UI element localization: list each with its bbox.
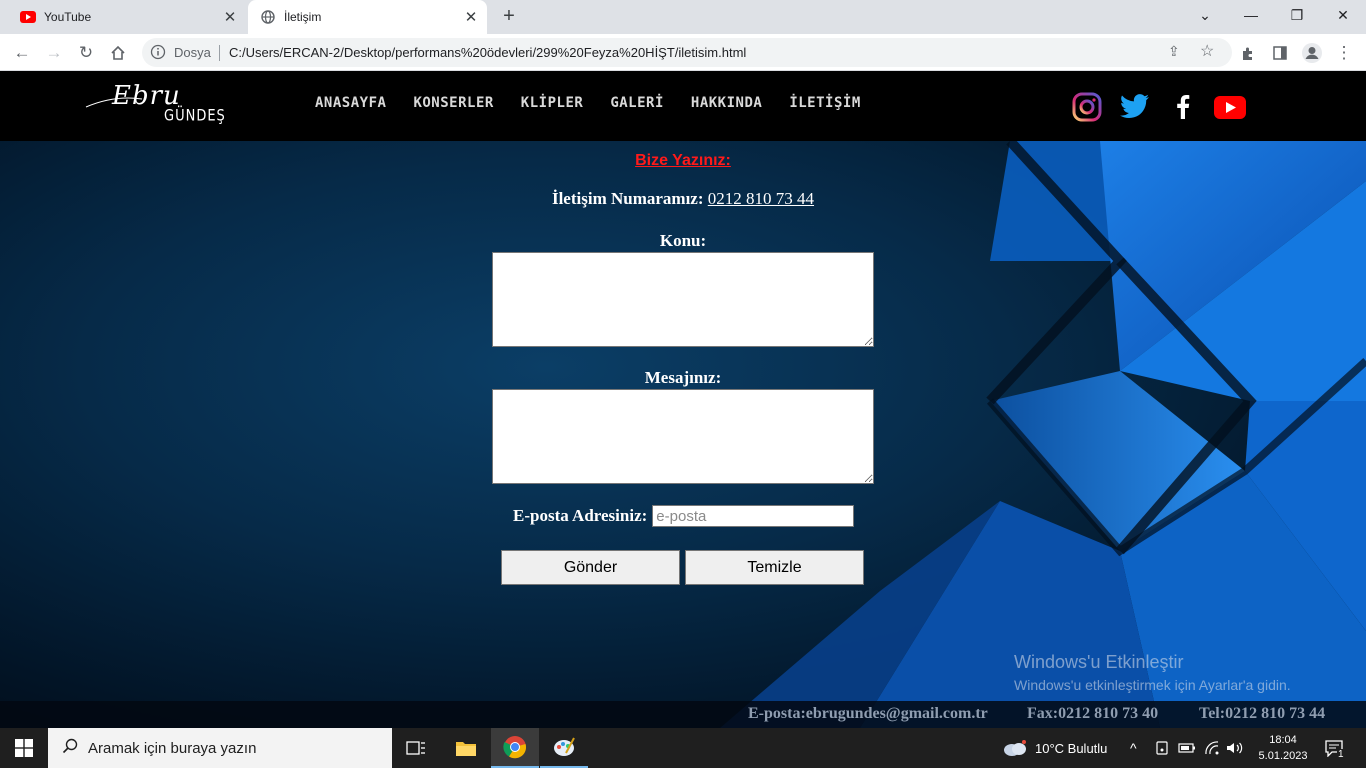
weather-widget[interactable]: 10°C Bulutlu [1002,728,1107,768]
nav-galeri[interactable]: GALERİ [610,95,664,111]
reload-icon[interactable]: ↻ [72,39,100,67]
security-label: Dosya [174,45,211,60]
logo-script: Ebru [112,81,181,111]
activation-watermark-title: Windows'u Etkinleştir [1014,652,1184,672]
footer-email: E-posta:ebrugundes@gmail.com.tr [748,705,988,722]
main-menu: ANASAYFA KONSERLER KLİPLER GALERİ HAKKIN… [315,95,861,111]
logo-subtitle: GÜNDEŞ [164,107,226,126]
notification-count: 1 [1337,748,1345,760]
nav-anasayfa[interactable]: ANASAYFA [315,95,386,111]
browser-toolbar: ← → ↻ Dosya C:/Users/ERCAN-2/Desktop/per… [0,34,1366,71]
url-text[interactable]: C:/Users/ERCAN-2/Desktop/performans%20öd… [229,45,746,60]
tab-iletisim[interactable]: İletişim ✕ [248,0,487,34]
address-bar[interactable]: Dosya C:/Users/ERCAN-2/Desktop/performan… [142,38,1232,67]
site-navbar: Ebru GÜNDEŞ ANASAYFA KONSERLER KLİPLER G… [0,71,1366,141]
more-menu-icon[interactable]: ⋮ [1330,39,1358,67]
share-icon[interactable]: ⇪ [1168,43,1180,60]
phone-label: İletişim Numaramız: [551,189,704,208]
tab-title: YouTube [44,10,92,24]
paint-app-icon[interactable] [540,728,588,768]
site-logo[interactable]: Ebru GÜNDEŞ [84,81,225,131]
tab-youtube[interactable]: YouTube ✕ [0,0,246,34]
notification-center-icon[interactable]: 1 [1324,728,1352,768]
profile-avatar-icon[interactable] [1298,39,1326,67]
phone-line: İletişim Numaramız: 0212 810 73 44 [0,189,1366,209]
clock-date: 5.01.2023 [1258,750,1308,762]
file-explorer-icon[interactable] [442,728,490,768]
tray-device-icon[interactable] [1155,728,1169,768]
globe-icon [260,9,276,25]
back-icon[interactable]: ← [8,39,36,67]
subject-textarea[interactable] [492,252,874,347]
tab-search-chevron-icon[interactable]: ⌄ [1182,0,1228,30]
side-panel-icon[interactable] [1266,39,1294,67]
divider [219,45,220,61]
weather-text: 10°C Bulutlu [1035,740,1108,756]
system-clock[interactable]: 18:04 5.01.2023 [1253,732,1313,764]
window-close-icon[interactable]: ✕ [1320,0,1366,30]
volume-icon[interactable] [1226,728,1244,768]
network-icon[interactable] [1204,728,1220,768]
phone-number-link[interactable]: 0212 810 73 44 [708,189,814,208]
nav-hakkinda[interactable]: HAKKINDA [691,95,762,111]
tab-close-icon[interactable]: ✕ [459,8,483,26]
instagram-icon[interactable] [1071,91,1103,123]
forward-icon[interactable]: → [40,39,68,67]
message-textarea[interactable] [492,389,874,484]
reset-button[interactable]: Temizle [685,550,864,585]
restore-icon[interactable]: ❐ [1274,0,1320,30]
cloud-icon [1004,740,1026,756]
new-tab-icon[interactable]: + [498,5,520,27]
contact-title: Bize Yazınız: [635,152,731,169]
tab-title: İletişim [284,10,322,24]
message-label: Mesajınız: [644,368,722,387]
footer-tel: Tel:0212 810 73 44 [1199,705,1326,722]
page-viewport: Ebru GÜNDEŞ ANASAYFA KONSERLER KLİPLER G… [0,71,1366,728]
show-hidden-icons-icon[interactable]: ^ [1130,728,1137,768]
facebook-icon[interactable] [1167,91,1199,123]
nav-klipler[interactable]: KLİPLER [521,95,584,111]
footer-fax: Fax:0212 810 73 40 [1027,705,1159,722]
start-button-icon[interactable] [0,728,48,768]
chrome-icon[interactable] [491,728,539,768]
email-input[interactable] [652,505,855,527]
windows-taskbar: Aramak için buraya yazın 10°C Bulutlu ^ … [0,728,1366,768]
browser-tabbar: YouTube ✕ İletişim ✕ + ⌄ — ❐ ✕ [0,0,1366,34]
twitter-icon[interactable] [1119,91,1151,123]
bookmark-star-icon[interactable]: ☆ [1200,41,1214,61]
extensions-icon[interactable] [1234,39,1262,67]
home-icon[interactable] [104,39,132,67]
nav-konserler[interactable]: KONSERLER [413,95,493,111]
youtube-favicon-icon [20,9,36,25]
clock-time: 18:04 [1269,734,1297,746]
search-icon [62,738,78,759]
minimize-icon[interactable]: — [1228,0,1274,30]
search-placeholder: Aramak için buraya yazın [88,739,257,757]
email-row: E-posta Adresiniz: [513,505,855,527]
subject-label: Konu: [659,231,707,250]
email-label: E-posta Adresiniz: [513,506,648,525]
task-view-icon[interactable] [392,728,440,768]
site-footer: E-posta:ebrugundes@gmail.com.tr Fax:0212… [0,701,1366,728]
youtube-icon[interactable] [1214,91,1246,123]
info-icon[interactable] [150,44,166,60]
submit-button[interactable]: Gönder [501,550,680,585]
taskbar-search-box[interactable]: Aramak için buraya yazın [48,728,392,768]
contact-form: Bize Yazınız: İletişim Numaramız: 0212 8… [0,141,1366,701]
activation-watermark-subtitle: Windows'u etkinleştirmek için Ayarlar'a … [1014,677,1291,693]
tab-close-icon[interactable]: ✕ [218,8,242,26]
nav-iletisim[interactable]: İLETİŞİM [789,95,860,111]
battery-icon[interactable] [1178,728,1196,768]
